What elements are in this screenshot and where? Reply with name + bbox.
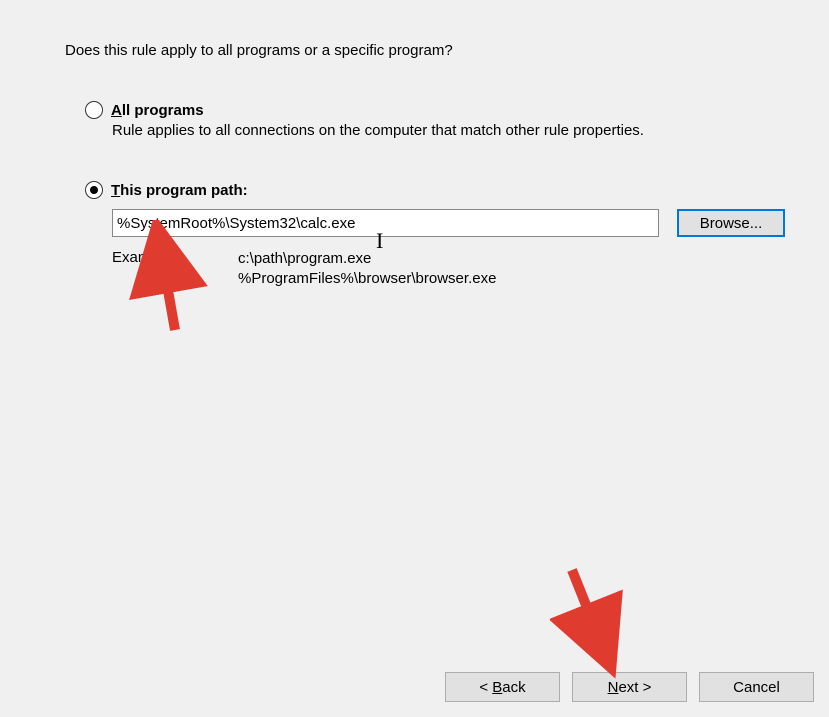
example-label: Example: xyxy=(112,249,238,290)
back-button[interactable]: < Back xyxy=(445,672,560,702)
example-block: Example: c:\path\program.exe %ProgramFil… xyxy=(85,237,829,290)
label-all-programs: All programs xyxy=(111,102,204,119)
example-2: %ProgramFiles%\browser\browser.exe xyxy=(238,269,496,289)
firewall-program-page: Does this rule apply to all programs or … xyxy=(30,0,829,717)
cancel-button[interactable]: Cancel xyxy=(699,672,814,702)
radio-this-program-path[interactable] xyxy=(85,181,103,199)
option-this-program-path[interactable]: This program path: Browse... Example: c:… xyxy=(85,181,829,290)
option-all-programs[interactable]: All programs Rule applies to all connect… xyxy=(85,101,829,139)
next-button[interactable]: Next > xyxy=(572,672,687,702)
options-group: All programs Rule applies to all connect… xyxy=(30,59,829,290)
example-1: c:\path\program.exe xyxy=(238,249,496,269)
page-prompt: Does this rule apply to all programs or … xyxy=(30,0,829,59)
label-this-program-path: This program path: xyxy=(111,182,248,199)
desc-all-programs: Rule applies to all connections on the c… xyxy=(85,119,829,139)
browse-button[interactable]: Browse... xyxy=(677,209,785,237)
radio-all-programs[interactable] xyxy=(85,101,103,119)
wizard-buttons: < Back Next > Cancel xyxy=(445,672,814,702)
program-path-input[interactable] xyxy=(112,209,659,237)
example-values: c:\path\program.exe %ProgramFiles%\brows… xyxy=(238,249,496,290)
